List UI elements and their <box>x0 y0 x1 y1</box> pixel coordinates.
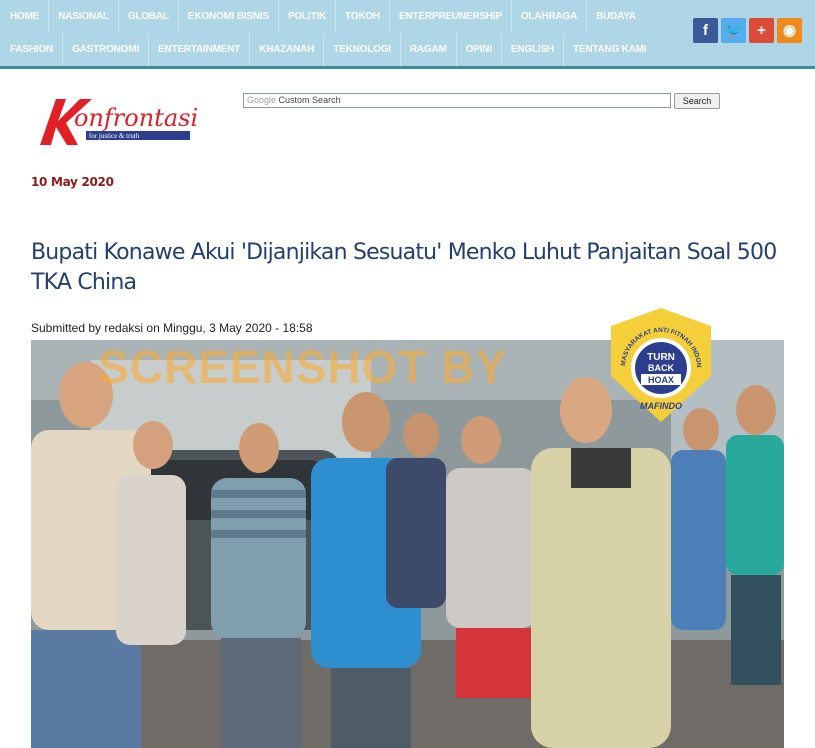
nav-item-gastronomi[interactable]: GASTRONOMI <box>63 33 149 66</box>
site-logo[interactable]: onfrontasi for justice & truth <box>36 93 226 148</box>
nav-item-ekonomi-bisnis[interactable]: EKONOMI BISNIS <box>179 0 279 33</box>
twitter-icon[interactable]: 🐦 <box>721 18 746 43</box>
badge-line1: TURN <box>647 352 675 363</box>
badge-line3: HOAX <box>648 375 674 385</box>
nav-item-ragam[interactable]: RAGAM <box>401 33 457 66</box>
nav-item-nasional[interactable]: NASIONAL <box>49 0 119 33</box>
nav-item-home[interactable]: HOME <box>0 0 50 33</box>
logo-text: onfrontasi <box>74 104 198 132</box>
google-plus-icon[interactable]: + <box>749 18 774 43</box>
facebook-icon[interactable]: f <box>693 18 718 43</box>
article-title: Bupati Konawe Akui 'Dijanjikan Sesuatu' … <box>31 240 777 295</box>
nav-item-opini[interactable]: OPINI <box>457 33 502 66</box>
nav-item-politik[interactable]: POLITIK <box>279 0 337 33</box>
badge-line2: BACK <box>648 363 674 373</box>
badge-bottom-text: MAFINDO <box>640 401 682 411</box>
submitted-by: Submitted by redaksi on Minggu, 3 May 20… <box>31 321 313 335</box>
nav-item-enterpreunership[interactable]: ENTERPREUNERSHIP <box>390 0 512 33</box>
nav-item-entertainment[interactable]: ENTERTAINMENT <box>149 33 251 66</box>
nav-item-tentang-kami[interactable]: TENTANG KAMI <box>564 33 656 66</box>
nav-row-secondary: FASHION GASTRONOMI ENTERTAINMENT KHAZANAH TE… <box>0 33 656 66</box>
rss-icon[interactable]: ◉ <box>777 18 802 43</box>
top-navigation: HOME NASIONAL GLOBAL EKONOMI BISNIS POLITIK T… <box>0 0 815 69</box>
screenshot-watermark: SCREENSHOT BY <box>98 341 508 393</box>
nav-row-primary: HOME NASIONAL GLOBAL EKONOMI BISNIS POLITIK T… <box>0 0 645 33</box>
logo-tagline: for justice & truth <box>89 132 140 140</box>
social-links: f 🐦 + ◉ <box>693 18 802 43</box>
mafindo-badge: MASYARAKAT ANTI FITNAH INDONESIA TURN BA… <box>605 306 711 422</box>
nav-item-budaya[interactable]: BUDAYA <box>587 0 645 33</box>
article-date: 10 May 2020 <box>31 175 114 189</box>
nav-item-khazanah[interactable]: KHAZANAH <box>250 33 325 66</box>
search-button[interactable]: Search <box>674 93 720 109</box>
search-placeholder: Custom Search <box>278 95 341 105</box>
search-input[interactable]: Google Custom Search <box>243 93 671 108</box>
nav-item-global[interactable]: GLOBAL <box>119 0 179 33</box>
nav-item-english[interactable]: ENGLISH <box>502 33 564 66</box>
google-label: Google <box>247 95 277 105</box>
nav-item-olahraga[interactable]: OLAHRAGA <box>512 0 588 33</box>
nav-item-tokoh[interactable]: TOKOH <box>336 0 390 33</box>
nav-item-fashion[interactable]: FASHION <box>0 33 64 66</box>
nav-item-teknologi[interactable]: TEKNOLOGI <box>324 33 401 66</box>
